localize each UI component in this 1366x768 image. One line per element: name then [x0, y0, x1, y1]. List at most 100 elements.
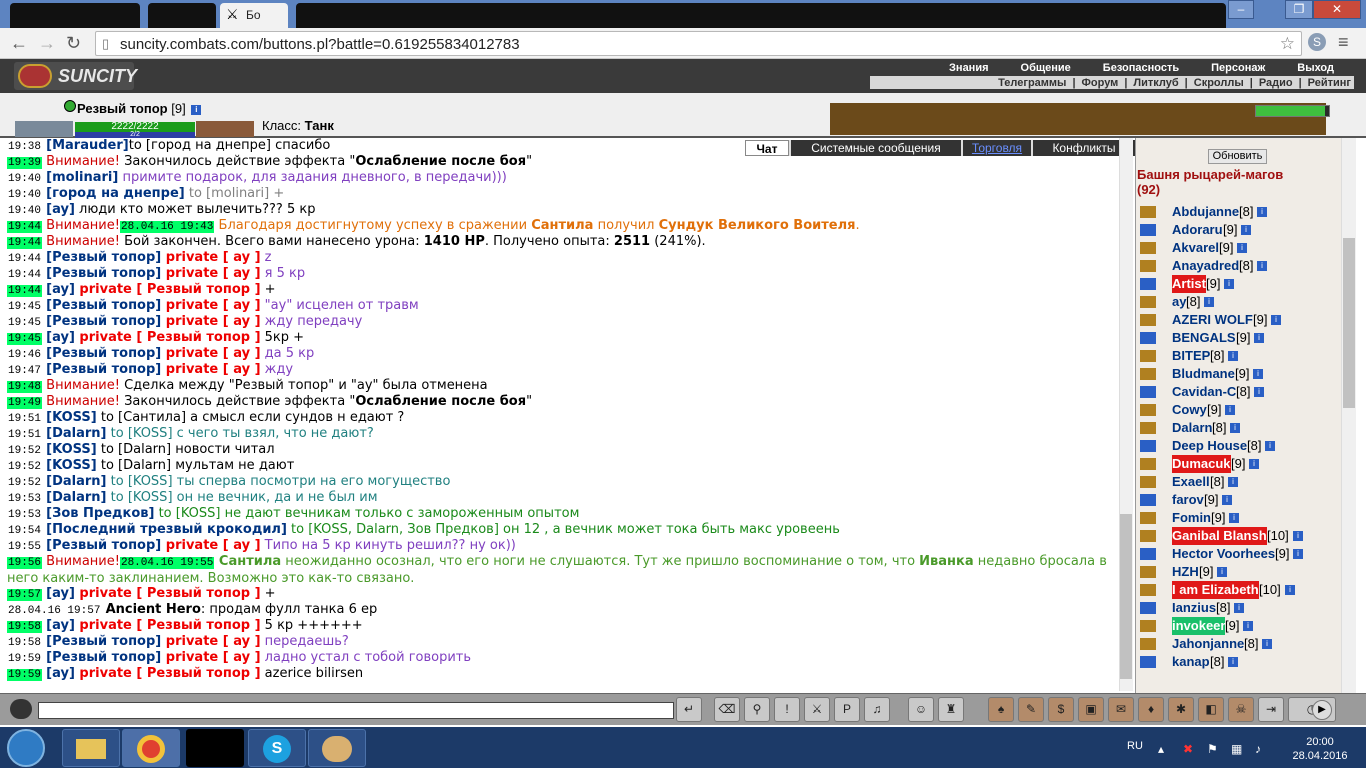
info-icon[interactable]: i — [1228, 657, 1238, 667]
info-icon[interactable]: i — [1241, 225, 1251, 235]
user-name[interactable]: Artist — [1172, 275, 1206, 293]
user-name[interactable]: Ganibal Blansh — [1172, 527, 1267, 545]
volume-icon[interactable]: ♪ — [1255, 742, 1261, 756]
paint-icon[interactable] — [308, 729, 366, 767]
info-icon[interactable]: i — [1229, 513, 1239, 523]
skype-icon[interactable]: S — [248, 729, 306, 767]
language-indicator[interactable]: RU — [1127, 740, 1143, 752]
action-icon[interactable] — [1140, 386, 1156, 398]
action-icon[interactable] — [1140, 638, 1156, 650]
info-icon[interactable]: i — [1257, 261, 1267, 271]
info-icon[interactable]: i — [1262, 639, 1272, 649]
action-icon[interactable] — [1140, 476, 1156, 488]
sound-icon[interactable]: ♫ — [864, 697, 890, 722]
action-icon[interactable] — [1140, 602, 1156, 614]
helmet-icon[interactable]: ♜ — [938, 697, 964, 722]
message-text[interactable]: private [ ay ] — [161, 314, 261, 329]
user-name[interactable]: invokeer — [1172, 617, 1226, 635]
message-time[interactable]: 19:52 — [7, 461, 42, 473]
action-icon[interactable] — [1140, 548, 1156, 560]
exit-icon[interactable]: ⇥ — [1258, 697, 1284, 722]
user-row[interactable]: invokeer [9] i — [1138, 617, 1338, 635]
user-row[interactable]: Akvarel [9] i — [1138, 239, 1338, 257]
user-row[interactable]: Bludmane [9] i — [1138, 365, 1338, 383]
message-text[interactable]: private [ ay ] — [161, 298, 261, 313]
action-icon[interactable] — [1140, 404, 1156, 416]
message-text[interactable]: private [ Резвый топор ] — [75, 586, 260, 601]
explorer-icon[interactable] — [62, 729, 120, 767]
chrome-icon[interactable] — [122, 729, 180, 767]
message-time[interactable]: 19:44 — [7, 253, 42, 265]
submenu-item[interactable]: Форум — [1079, 77, 1122, 89]
action-icon[interactable] — [1140, 530, 1156, 542]
scroll-icon[interactable]: ✉ — [1108, 697, 1134, 722]
user-name[interactable]: AZERI WOLF — [1172, 311, 1253, 329]
forward-arrow-icon[interactable]: → — [38, 33, 56, 54]
redacted-app[interactable] — [186, 729, 244, 767]
user-row[interactable]: Ianzius [8] i — [1138, 599, 1338, 617]
message-author[interactable]: [Резвый топор] — [46, 266, 161, 281]
message-text[interactable]: private [ ay ] — [161, 362, 261, 377]
message-author[interactable]: [Резвый топор] — [46, 250, 161, 265]
action-icon[interactable] — [1140, 332, 1156, 344]
message-time[interactable]: 19:49 — [7, 397, 43, 409]
message-author[interactable]: [KOSS] — [46, 442, 97, 457]
tab-system-messages[interactable]: Системные сообщения — [791, 140, 961, 156]
opponent-avatar[interactable] — [196, 121, 254, 137]
user-name[interactable]: Deep House — [1172, 437, 1247, 455]
message-author[interactable]: [Резвый топор] — [46, 538, 161, 553]
action-icon[interactable] — [1140, 224, 1156, 236]
info-icon[interactable]: i — [1285, 585, 1295, 595]
message-author[interactable]: [Последний трезвый крокодил] — [46, 522, 287, 537]
action-icon[interactable] — [1140, 422, 1156, 434]
user-name[interactable]: Dumacuk — [1172, 455, 1231, 473]
character-name[interactable]: Резвый топор [9] i — [77, 101, 202, 116]
message-text[interactable]: private [ ay ] — [161, 634, 261, 649]
info-icon[interactable]: i — [1204, 297, 1214, 307]
tab-trade[interactable]: Торговля — [963, 140, 1031, 156]
filter-icon[interactable]: ⚲ — [744, 697, 770, 722]
user-row[interactable]: Cavidan-C [8] i — [1138, 383, 1338, 401]
message-time[interactable]: 19:53 — [7, 509, 42, 521]
pl-icon[interactable]: P — [834, 697, 860, 722]
user-row[interactable]: BENGALS [9] i — [1138, 329, 1338, 347]
chat-scroll-thumb[interactable] — [1120, 514, 1132, 679]
action-icon[interactable] — [1140, 458, 1156, 470]
user-name[interactable]: ay — [1172, 293, 1186, 311]
tray-arrow-icon[interactable]: ▴ — [1158, 742, 1164, 756]
user-row[interactable]: Exaell [8] i — [1138, 473, 1338, 491]
user-row[interactable]: Dalarn [8] i — [1138, 419, 1338, 437]
eraser-icon[interactable]: ⌫ — [714, 697, 740, 722]
message-author[interactable]: [ay] — [46, 666, 75, 681]
message-time[interactable]: 19:54 — [7, 525, 42, 537]
message-text[interactable]: private [ Резвый топор ] — [75, 330, 260, 345]
message-text[interactable]: private [ ay ] — [161, 650, 261, 665]
message-time[interactable]: 19:51 — [7, 413, 42, 425]
info-icon[interactable]: i — [1228, 351, 1238, 361]
user-name[interactable]: Cowy — [1172, 401, 1207, 419]
smile-menu-icon[interactable] — [10, 699, 32, 719]
message-author[interactable]: [Резвый топор] — [46, 650, 161, 665]
message-author[interactable]: [ay] — [46, 202, 75, 217]
back-arrow-icon[interactable]: ← — [10, 33, 28, 54]
info-icon[interactable]: i — [1237, 243, 1247, 253]
user-row[interactable]: Anayadred [8] i — [1138, 257, 1338, 275]
message-text[interactable]: private [ Резвый топор ] — [75, 618, 260, 633]
user-row[interactable]: Fomin [9] i — [1138, 509, 1338, 527]
action-icon[interactable] — [1140, 566, 1156, 578]
info-icon[interactable]: i — [1265, 441, 1275, 451]
browser-tab-redacted[interactable] — [148, 3, 216, 28]
message-time[interactable]: 19:59 — [7, 669, 43, 681]
address-bar[interactable]: ▯ suncity.combats.com/buttons.pl?battle=… — [95, 31, 1302, 56]
user-row[interactable]: HZH [9] i — [1138, 563, 1338, 581]
refresh-button[interactable]: Обновить — [1208, 149, 1267, 164]
menu-item[interactable]: Выход — [1281, 62, 1350, 76]
message-author[interactable]: [ay] — [46, 586, 75, 601]
user-name[interactable]: farov — [1172, 491, 1204, 509]
menu-item[interactable]: Общение — [1005, 62, 1087, 76]
message-time[interactable]: 19:44 — [7, 237, 43, 249]
submenu-item[interactable]: Радио — [1256, 77, 1296, 89]
user-row[interactable]: Artist [9] i — [1138, 275, 1338, 293]
message-author[interactable]: [Marauder] — [46, 138, 129, 153]
message-time[interactable]: 19:45 — [7, 317, 42, 329]
